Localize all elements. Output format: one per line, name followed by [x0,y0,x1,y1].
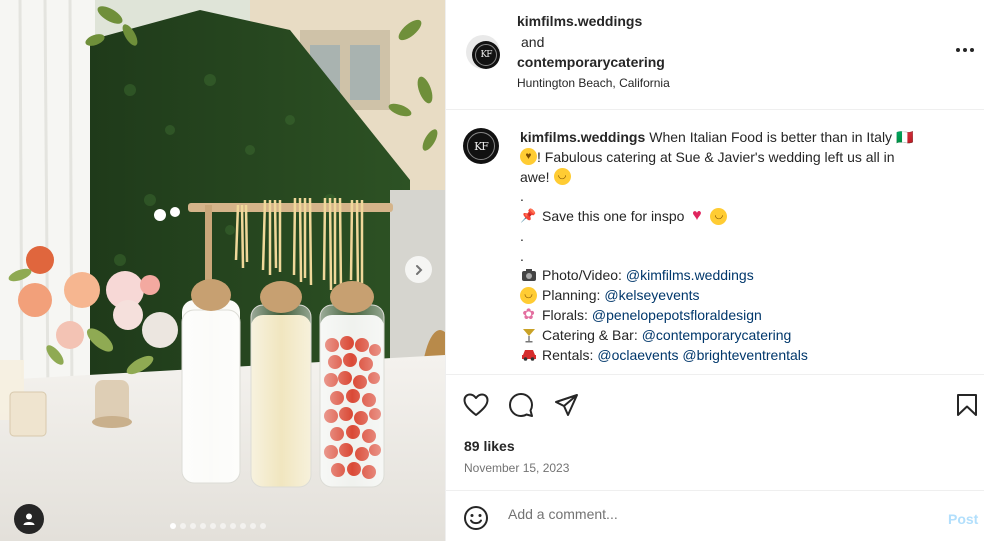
credit-line: ◡ Planning: @kelseyevents [520,285,950,305]
car-icon [520,346,537,363]
flower-icon: ✿ [522,306,535,324]
avatar-initials: KF [475,44,497,66]
location-link[interactable]: Huntington Beach, California [517,76,670,90]
cocktail-icon [520,326,537,343]
paper-plane-icon [554,394,578,416]
carousel-dot [260,523,266,529]
caption-line: kimfilms.weddings When Italian Food is b… [520,127,950,147]
caption-save-text: Save this one for inspo [542,208,685,225]
carousel-indicator [170,523,266,529]
credit-label: Planning: [542,287,601,304]
bookmark-icon [957,394,977,416]
caption-section: KF kimfilms.weddings When Italian Food i… [446,111,984,374]
carousel-dot [190,523,196,529]
more-options-button[interactable] [956,48,974,52]
post-photo [0,0,445,541]
more-dot [963,48,967,52]
next-slide-button[interactable] [405,256,432,283]
heart-icon [463,393,489,416]
credit-label: Rentals: [542,346,594,363]
caption-line-1: When Italian Food is better than in Ital… [649,128,914,145]
post-actions: 89 likes November 15, 2023 [446,374,984,490]
carousel-dot [200,523,206,529]
caption-line: . [520,246,950,266]
collab-and-text: and [521,34,545,50]
post-comment-button[interactable]: Post [948,511,978,527]
camera-icon [520,267,537,284]
caption-dot: . [520,227,524,244]
caption-dot: . [520,247,524,264]
credit-label: Photo/Video: [542,267,622,284]
heart-eyes-face-icon: ♥ [520,148,537,166]
like-button[interactable] [462,391,490,419]
carousel-dot [210,523,216,529]
caption-text: kimfilms.weddings When Italian Food is b… [520,127,950,365]
caption-line-2: ! Fabulous catering at Sue & Javier's we… [537,148,895,165]
credit-handle-link[interactable]: @contemporarycatering [642,325,792,345]
comment-input[interactable] [508,506,928,522]
caption-line-3: awe! [520,168,550,185]
smiley-icon [464,506,488,530]
avatar-initials: KF [467,132,495,160]
carousel-dot [240,523,246,529]
carousel-dot-active [170,523,176,529]
caption-line: ♥ ! Fabulous catering at Sue & Javier's … [520,147,950,167]
credit-handle-link[interactable]: @kelseyevents [604,285,699,305]
collab-username[interactable]: contemporarycatering [517,54,665,70]
credit-handle-link[interactable]: @penelopepotsfloraldesign [592,305,762,325]
post-date[interactable]: November 15, 2023 [464,461,569,475]
save-button[interactable] [954,391,980,419]
share-button[interactable] [552,391,580,419]
speech-bubble-icon [509,393,533,417]
carousel-dot [250,523,256,529]
credit-line: Photo/Video: @kimfilms.weddings [520,266,950,286]
comment-button[interactable] [507,391,535,419]
user-icon [23,513,35,525]
carousel-dot [180,523,186,529]
caption-avatar[interactable]: KF [463,128,499,164]
avatar[interactable]: KF [472,41,500,69]
comment-bar: Post [446,490,984,541]
caption-dot: . [520,188,524,205]
wink-face-icon: ◡ [710,207,728,225]
chevron-right-icon [415,264,422,275]
carousel-dot [230,523,236,529]
caption-username[interactable]: kimfilms.weddings [520,127,645,147]
caption-line: . [520,226,950,246]
likes-count[interactable]: 89 likes [464,438,515,454]
credit-line: Catering & Bar: @contemporarycatering [520,325,950,345]
red-heart-icon: ♥ [692,207,702,225]
credit-label: Florals: [542,307,588,324]
face-icon: ◡ [520,286,537,304]
credit-line: Rentals: @oclaevents @brighteventrentals [520,345,950,365]
smiling-face-icon: ◡ [553,167,571,185]
carousel-dot [220,523,226,529]
credit-label: Catering & Bar: [542,326,638,343]
emoji-picker-button[interactable] [463,505,489,531]
credit-handle-link[interactable]: @kimfilms.weddings [626,265,754,285]
more-dot [956,48,960,52]
caption-line: awe! ◡ [520,167,950,187]
post-media[interactable] [0,0,445,541]
credit-handle-link[interactable]: @oclaevents @brighteventrentals [597,345,808,365]
pushpin-icon: 📌 [520,208,537,224]
credit-line: ✿ Florals: @penelopepotsfloraldesign [520,305,950,325]
more-dot [970,48,974,52]
tagged-users-button[interactable] [14,504,44,534]
author-username[interactable]: kimfilms.weddings [517,13,642,29]
post-header: KF kimfilms.weddings and contemporarycat… [446,0,984,110]
post-details-panel: KF kimfilms.weddings and contemporarycat… [445,0,984,541]
caption-line: . [520,186,950,206]
caption-line: 📌 Save this one for inspo ♥ ◡ [520,206,950,226]
